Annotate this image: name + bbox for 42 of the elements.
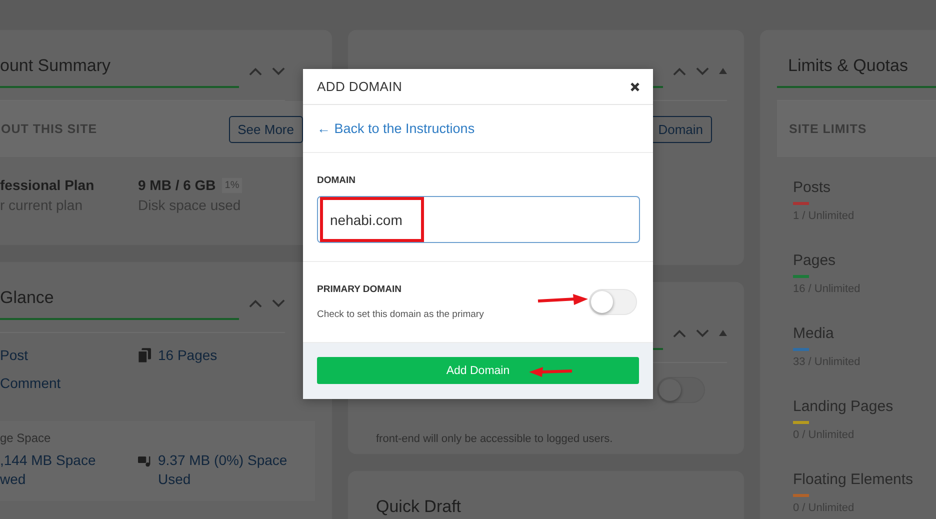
chevron-down-icon[interactable] <box>272 298 285 308</box>
arrow-left-icon <box>528 366 573 378</box>
plan-name: fessional Plan <box>0 177 96 193</box>
highlighted-value: nehabi.com <box>320 197 424 242</box>
card-title: ount Summary <box>0 56 111 75</box>
maintenance-toggle[interactable] <box>657 377 705 403</box>
see-more-button[interactable]: See More <box>228 116 303 142</box>
chevron-up-icon[interactable] <box>249 66 262 76</box>
limit-name: Posts <box>793 179 832 196</box>
limit-name: Pages <box>793 252 837 269</box>
glance-link[interactable]: Comment <box>0 375 61 391</box>
glance-link[interactable]: 16 Pages <box>158 347 218 363</box>
storage-title: ge Space <box>0 431 52 445</box>
limit-name: Media <box>793 325 835 342</box>
triangle-icon[interactable] <box>719 330 727 336</box>
domain-input-field[interactable]: nehabi.com <box>317 196 640 243</box>
chevron-up-icon[interactable] <box>673 328 686 338</box>
primary-toggle[interactable] <box>589 289 637 315</box>
space-allowed: ,144 MB Space wed <box>0 451 97 489</box>
modal-title: ADD DOMAIN <box>317 79 402 94</box>
chevron-up-icon[interactable] <box>249 298 262 308</box>
field-label: PRIMARY DOMAIN <box>317 284 402 295</box>
add-domain-button[interactable]: Add Domain <box>317 357 639 384</box>
pages-icon <box>138 348 151 362</box>
arrow-right-icon <box>537 294 589 306</box>
chevron-down-icon[interactable] <box>272 66 285 76</box>
disk-usage: 9 MB / 6 GB <box>138 177 216 193</box>
card-title: Glance <box>0 288 54 307</box>
card-title: Limits & Quotas <box>788 56 908 75</box>
help-text: Check to set this domain as the primary <box>317 309 484 320</box>
space-used: 9.37 MB (0%) Space Used <box>158 451 288 489</box>
chevron-down-icon[interactable] <box>696 66 709 76</box>
card-title: Quick Draft <box>376 497 462 516</box>
field-label: DOMAIN <box>317 175 357 186</box>
limit-name: Landing Pages <box>793 398 894 415</box>
glance-link[interactable]: Post <box>0 347 28 363</box>
chevron-down-icon[interactable] <box>696 328 709 338</box>
close-icon[interactable] <box>630 82 640 92</box>
back-link[interactable]: ← Back to the Instructions <box>317 121 475 136</box>
limit-name: Floating Elements <box>793 471 914 488</box>
chevron-up-icon[interactable] <box>673 66 686 76</box>
triangle-icon[interactable] <box>719 68 727 74</box>
